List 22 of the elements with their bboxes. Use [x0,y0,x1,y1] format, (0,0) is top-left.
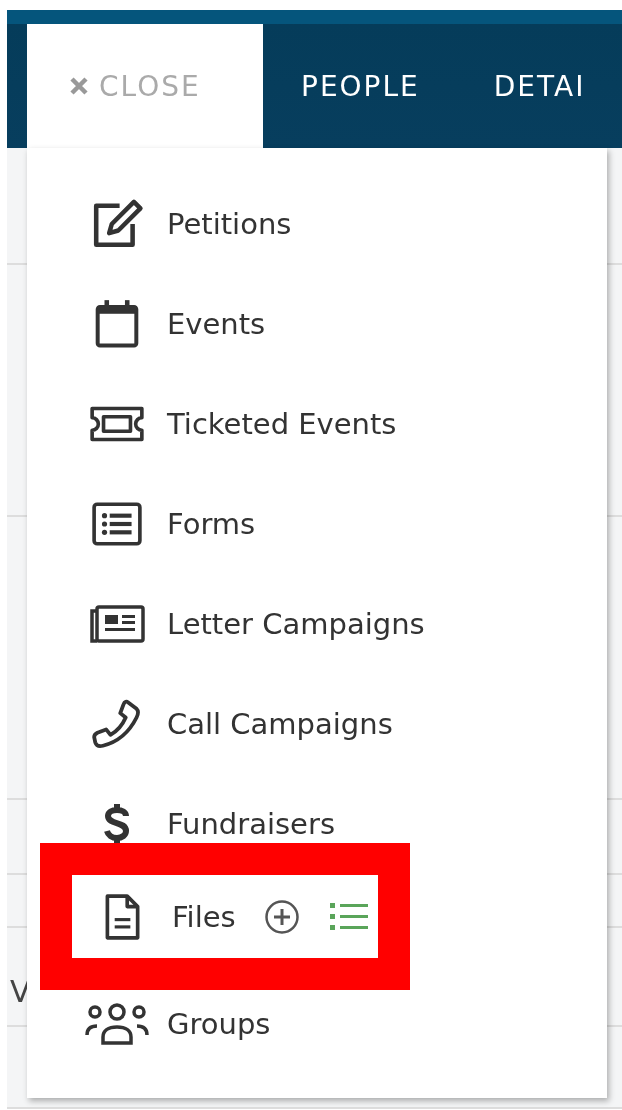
menu-item[interactable]: Forms [67,501,256,547]
menu-item[interactable]: Ticketed Events [67,405,397,443]
menu-item[interactable]: Call Campaigns [67,699,393,749]
document-icon [103,892,141,941]
menu-item[interactable]: Events [67,299,266,349]
people-icon [84,1001,150,1047]
plus-circle-icon[interactable] [263,898,300,935]
nav-tab[interactable]: DETAI [455,24,622,148]
menu-item[interactable]: Petitions [67,198,292,250]
phone-icon [92,699,142,749]
menu-item[interactable]: Files [72,892,236,941]
close-icon [69,76,89,96]
menu-item[interactable]: Fundraisers [67,802,335,846]
list-icon[interactable] [329,901,368,932]
ticket-icon [88,405,146,443]
nav-tab[interactable]: PEOPLE [263,24,456,148]
menu-item[interactable]: Letter Campaigns [67,604,425,644]
calendar-icon [94,299,140,349]
list-icon [91,501,143,547]
menu-item[interactable]: Groups [67,1001,271,1047]
dollar-icon [102,802,132,846]
newspaper-icon [88,604,146,644]
